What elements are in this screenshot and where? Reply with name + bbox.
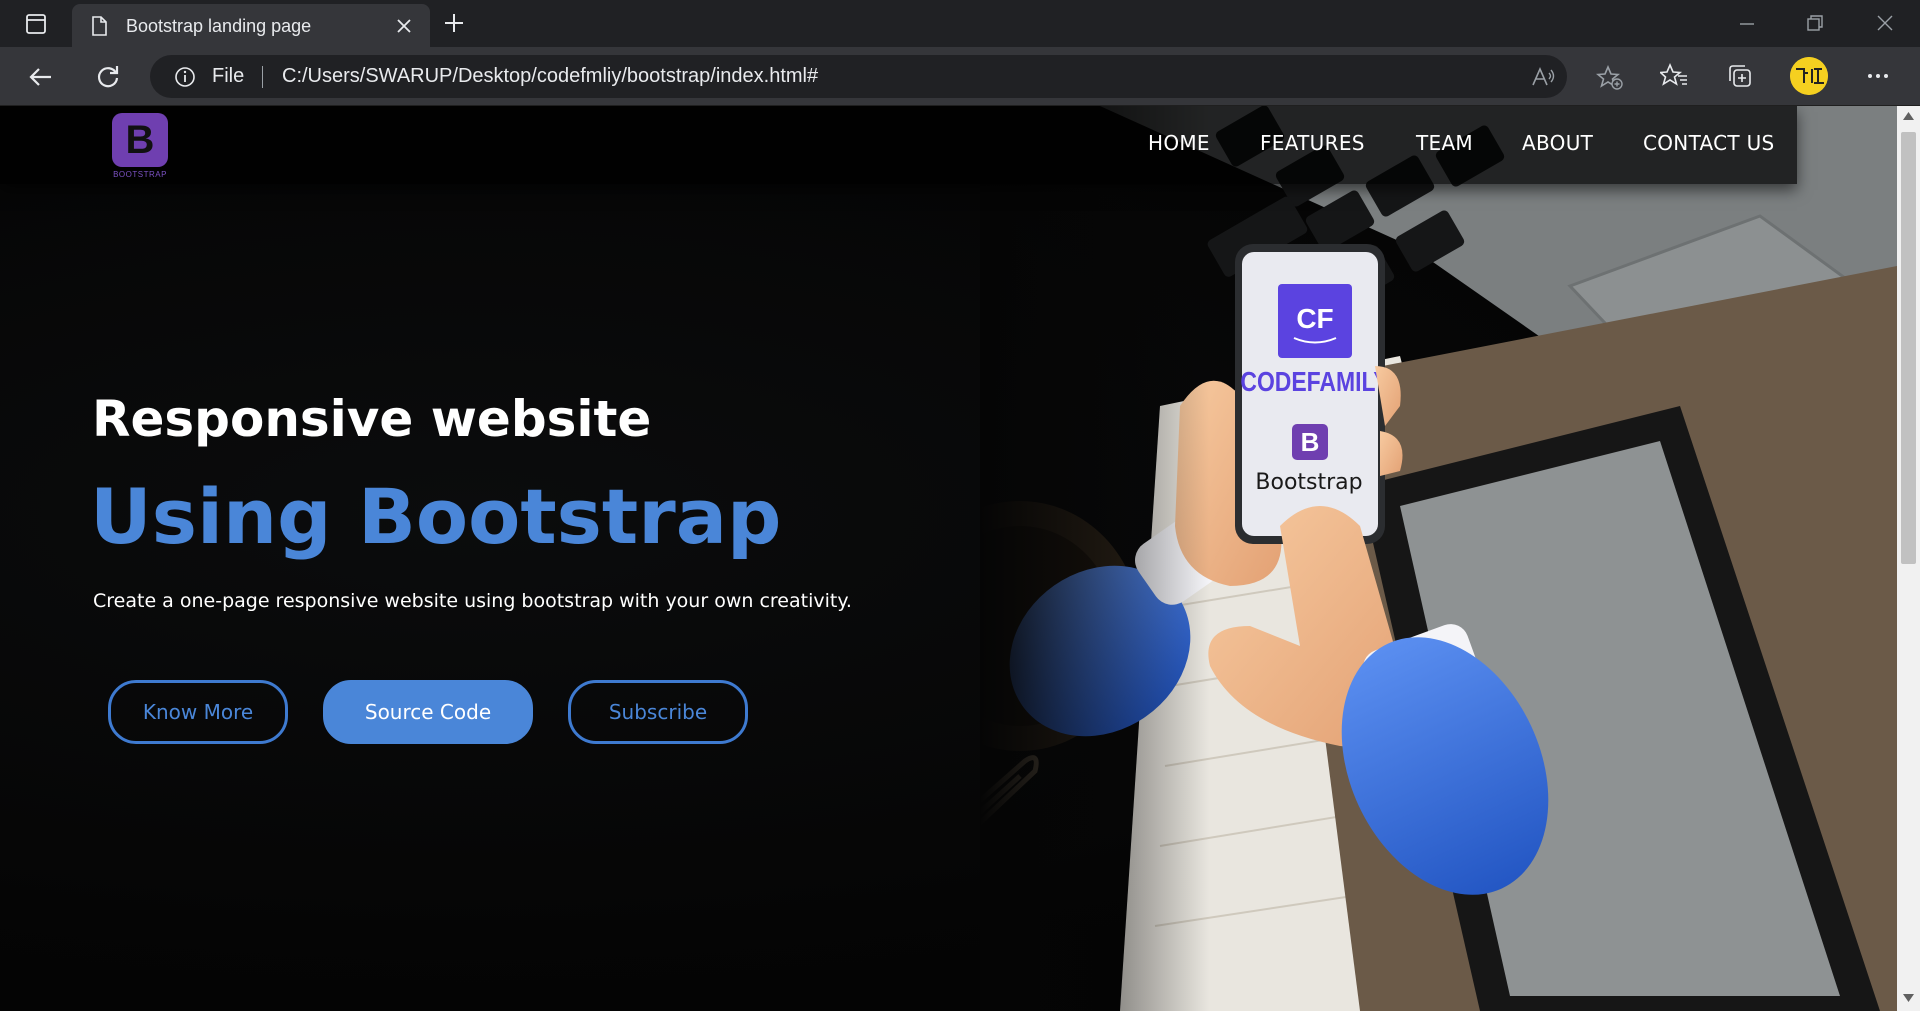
hero-heading: Responsive website (92, 390, 652, 448)
back-arrow-icon[interactable] (26, 62, 56, 92)
address-bar[interactable]: File C:/Users/SWARUP/Desktop/codefmliy/b… (150, 55, 1623, 98)
know-more-button[interactable]: Know More (108, 680, 288, 744)
tab-title: Bootstrap landing page (126, 16, 312, 36)
scroll-down-arrow-icon[interactable] (1903, 994, 1914, 1002)
source-code-button[interactable]: Source Code (323, 680, 533, 744)
favorites-icon[interactable] (1660, 62, 1688, 90)
read-aloud-icon[interactable] (1530, 65, 1556, 89)
nav-link-about[interactable]: ABOUT (1522, 131, 1593, 155)
nav-link-contact[interactable]: CONTACT US (1643, 131, 1775, 155)
page-scrollbar[interactable] (1897, 106, 1920, 1011)
tab-close-icon[interactable] (394, 16, 414, 36)
collections-icon[interactable] (1726, 62, 1754, 90)
info-icon[interactable] (174, 66, 196, 88)
hero-illustration: CF CODEFAMILY B Bootstrap (980, 106, 1897, 1011)
browser-tab[interactable]: Bootstrap landing page (72, 4, 430, 47)
browser-toolbar: File C:/Users/SWARUP/Desktop/codefmliy/b… (0, 47, 1920, 106)
brand-logo[interactable]: B (112, 113, 168, 167)
reload-icon[interactable] (93, 62, 123, 92)
nav-link-features[interactable]: FEATURES (1260, 131, 1365, 155)
scheme-label: File (212, 65, 245, 87)
restore-icon[interactable] (1804, 12, 1826, 34)
hero-description: Create a one-page responsive website usi… (93, 590, 852, 612)
new-tab-icon[interactable] (442, 11, 466, 35)
scroll-up-arrow-icon[interactable] (1903, 112, 1914, 120)
browser-tab-bar: Bootstrap landing page (0, 0, 1920, 47)
profile-avatar-icon[interactable] (1790, 57, 1828, 95)
nav-link-home[interactable]: HOME (1148, 131, 1210, 155)
page-icon (92, 16, 107, 36)
site-navbar: B BOOTSTRAP HOME FEATURES TEAM ABOUT CON… (0, 106, 1797, 184)
hero-subheading: Using Bootstrap (90, 472, 782, 561)
nav-link-team[interactable]: TEAM (1416, 131, 1473, 155)
window-close-icon[interactable] (1874, 12, 1896, 34)
add-favorite-icon[interactable] (1596, 65, 1624, 91)
scroll-thumb[interactable] (1901, 132, 1916, 564)
url-text[interactable]: C:/Users/SWARUP/Desktop/codefmliy/bootst… (282, 65, 818, 88)
more-options-icon[interactable] (1864, 62, 1892, 90)
subscribe-button[interactable]: Subscribe (568, 680, 748, 744)
brand-logo-letter: B (125, 118, 155, 162)
minimize-icon[interactable] (1736, 14, 1758, 34)
tab-actions-icon[interactable] (18, 12, 52, 36)
brand-name: BOOTSTRAP (113, 170, 167, 179)
address-separator (262, 66, 263, 88)
page-viewport: CF CODEFAMILY B Bootstrap B BOOTSTRAP HO… (0, 106, 1897, 1011)
